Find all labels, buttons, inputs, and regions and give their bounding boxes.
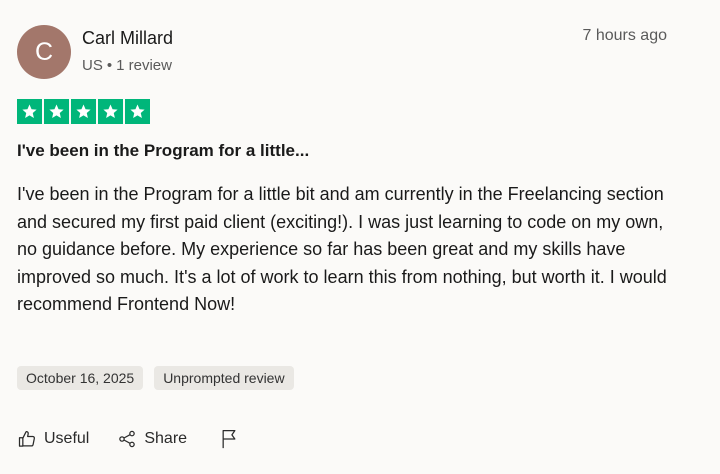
reviewer-meta: US • 1 review [82, 57, 172, 74]
star-icon [125, 99, 150, 124]
review-title[interactable]: I've been in the Program for a little... [17, 141, 309, 161]
share-icon [119, 430, 136, 448]
avatar[interactable]: C [17, 25, 71, 79]
review-card: C Carl Millard US • 1 review 7 hours ago I… [0, 0, 720, 474]
share-label: Share [144, 430, 188, 447]
star-icon [17, 99, 42, 124]
meta-separator: • [106, 57, 113, 74]
star-rating [17, 99, 150, 124]
reviewer-review-count: 1 review [116, 57, 172, 74]
useful-button[interactable]: Useful [17, 429, 89, 449]
thumbs-up-icon [18, 430, 35, 447]
avatar-initial: C [34, 37, 54, 66]
review-type-badge[interactable]: Unprompted review [154, 366, 294, 390]
star-icon [71, 99, 96, 124]
flag-icon [222, 430, 236, 449]
useful-label: Useful [44, 430, 90, 447]
reviewer-name[interactable]: Carl Millard [82, 28, 173, 49]
reviewer-country: US [82, 57, 103, 74]
review-body: I've been in the Program for a little bi… [17, 184, 667, 314]
review-actions: Useful Share [17, 426, 246, 452]
report-button[interactable] [219, 428, 246, 450]
review-time: 7 hours ago [582, 27, 667, 44]
review-badges: October 16, 2025 Unprompted review [17, 366, 294, 390]
star-icon [44, 99, 69, 124]
date-badge: October 16, 2025 [17, 366, 144, 390]
star-icon [98, 99, 123, 124]
share-button[interactable]: Share [117, 429, 187, 449]
